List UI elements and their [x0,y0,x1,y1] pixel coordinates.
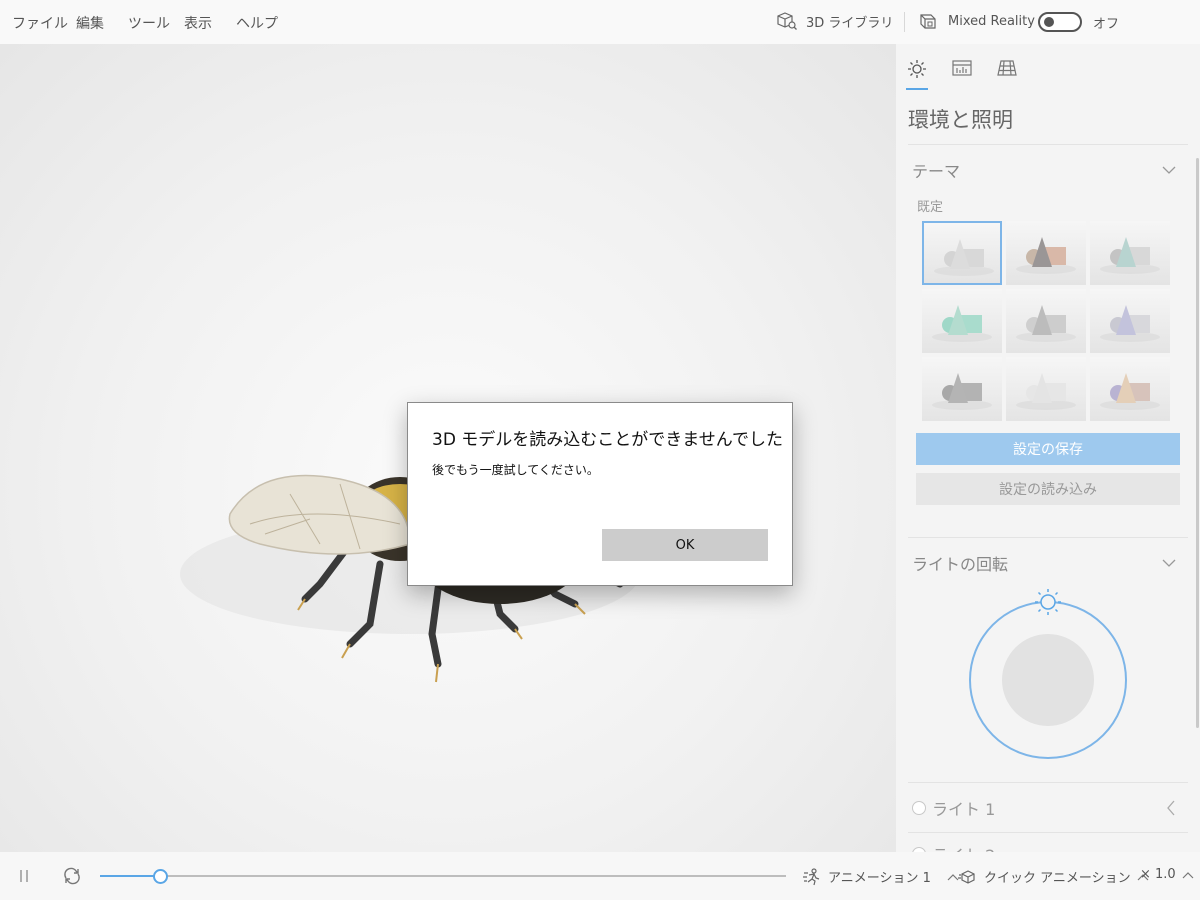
theme-option[interactable] [1006,221,1086,285]
chevron-down-icon[interactable] [1162,165,1176,175]
3d-library-label: 3D ライブラリ [806,15,894,31]
3d-library-button[interactable]: 3D ライブラリ [776,11,893,31]
theme-option[interactable] [922,221,1002,285]
dialog-message: 後でもう一度試してください。 [432,463,599,477]
light-1-radio[interactable] [912,801,926,815]
menu-help[interactable]: ヘルプ [236,13,278,33]
light-1-label: ライト 1 [932,800,996,819]
grid-icon[interactable] [996,58,1018,78]
divider [908,144,1188,145]
timeline-track[interactable] [100,875,786,877]
speed-selector[interactable]: × 1.0 [1140,867,1194,882]
pause-icon[interactable] [16,868,32,884]
animation-figure-icon [803,867,820,885]
save-settings-button[interactable]: 設定の保存 [916,433,1180,465]
sun-icon[interactable] [906,58,928,78]
menu-tools[interactable]: ツール [128,13,170,33]
theme-section-header[interactable]: テーマ [912,158,960,182]
theme-option[interactable] [1090,357,1170,421]
theme-preview [934,239,994,276]
light-2-label: ライト 2 [932,842,995,852]
theme-option[interactable] [1090,289,1170,353]
environment-panel: 環境と照明 テーマ 既定 設定の保存 設定の読み込み ライトの回転 ライト 1 … [896,44,1200,852]
mixed-reality-toggle[interactable] [1038,12,1082,32]
panel-scrollbar[interactable] [1196,158,1199,728]
timeline-progress [100,875,160,877]
panel-title: 環境と照明 [908,108,1013,132]
theme-option[interactable] [922,289,1002,353]
divider [908,537,1188,538]
theme-preview [1016,237,1076,274]
quick-animation-icon [958,869,975,884]
theme-subsection-label: 既定 [917,200,944,215]
theme-option[interactable] [1090,221,1170,285]
load-settings-button[interactable]: 設定の読み込み [916,473,1180,505]
theme-preview [1100,373,1160,410]
dialog-title: 3D モデルを読み込むことができませんでした [432,430,783,450]
light-rotation-control[interactable] [966,588,1130,762]
theme-option[interactable] [1006,289,1086,353]
theme-preview [1100,237,1160,274]
mixed-reality-button[interactable]: Mixed Reality [918,11,1035,31]
toggle-knob [1044,17,1054,27]
menu-file[interactable]: ファイル [12,13,68,33]
error-dialog: 3D モデルを読み込むことができませんでした 後でもう一度試してください。 OK [407,402,793,586]
theme-preview [1016,305,1076,342]
speed-label: × 1.0 [1140,867,1176,882]
chevron-left-icon[interactable] [1166,800,1176,816]
divider [908,782,1188,783]
theme-preview [1016,373,1076,410]
animation-bar: アニメーション 1 クイック アニメーション × 1.0 [0,852,1200,900]
cube-search-icon [777,12,797,30]
animation-selector[interactable]: アニメーション 1 [802,867,959,886]
light-1-row[interactable]: ライト 1 [912,796,995,820]
top-bar: ファイル 編集 ツール 表示 ヘルプ 3D ライブラリ Mixed Realit… [0,0,1200,44]
divider [908,832,1188,833]
animation-label: アニメーション 1 [828,871,931,886]
light-rotation-header[interactable]: ライトの回転 [912,551,1008,575]
theme-preview [932,373,992,410]
light-2-row[interactable]: ライト 2 [912,842,995,852]
mixed-reality-icon [920,14,936,29]
loop-icon[interactable] [62,866,82,886]
theme-option[interactable] [1006,357,1086,421]
toolbar-divider [904,12,905,32]
menu-edit[interactable]: 編集 [76,13,104,33]
theme-option[interactable] [922,357,1002,421]
active-tab-indicator [906,88,928,90]
menu-view[interactable]: 表示 [184,13,212,33]
3d-viewport[interactable]: 3D モデルを読み込むことができませんでした 後でもう一度試してください。 OK [0,44,896,852]
toggle-state-label: オフ [1093,17,1120,32]
chevron-down-icon[interactable] [1162,558,1176,568]
theme-preview [932,305,992,342]
theme-preview [1100,305,1160,342]
stats-icon[interactable] [951,58,973,78]
timeline-thumb[interactable] [152,869,168,884]
quick-animation-label: クイック アニメーション [984,871,1131,886]
quick-animation-selector[interactable]: クイック アニメーション [958,867,1149,886]
chevron-up-icon [1182,871,1194,878]
mixed-reality-label: Mixed Reality [948,13,1035,29]
ok-button[interactable]: OK [602,529,768,561]
